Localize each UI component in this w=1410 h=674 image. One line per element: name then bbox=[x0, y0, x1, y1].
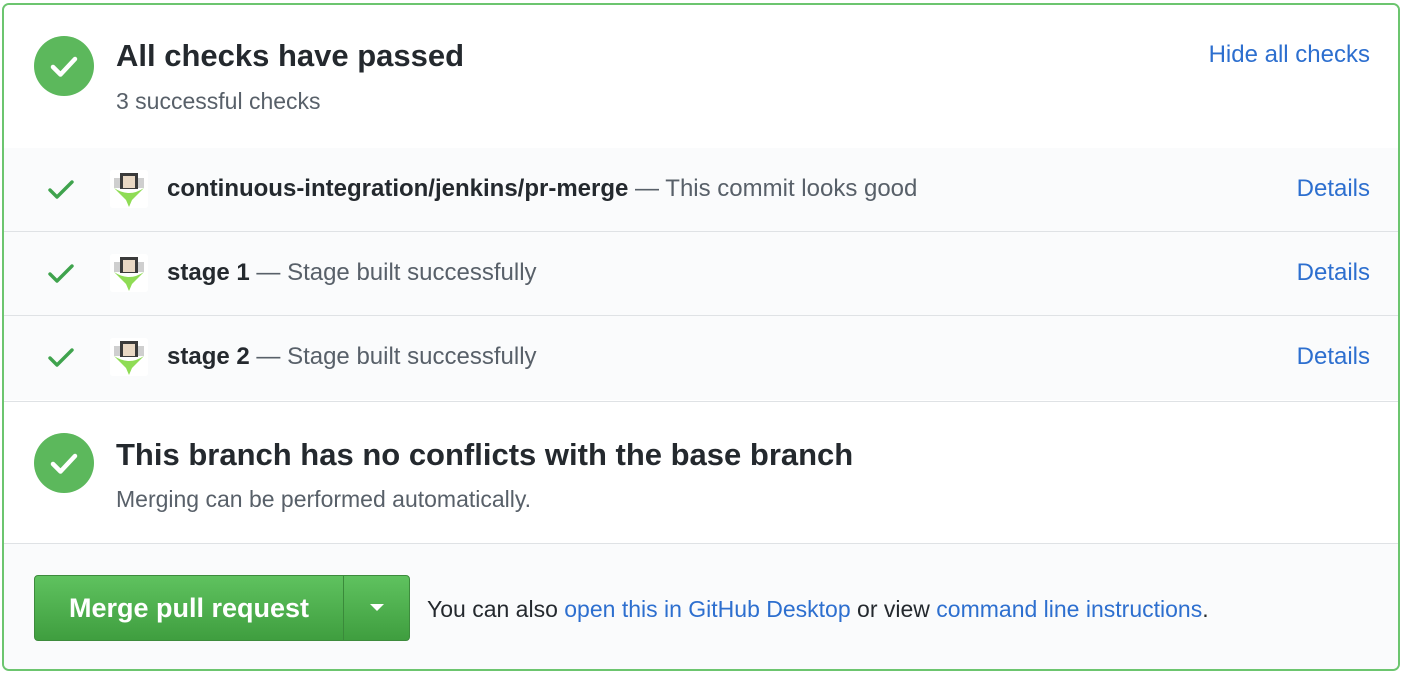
check-row-stage-1: stage 1 — Stage built successfully Detai… bbox=[4, 232, 1398, 316]
details-link[interactable]: Details bbox=[1297, 259, 1370, 287]
check-name: stage 2 bbox=[167, 343, 250, 370]
check-separator: — bbox=[628, 175, 666, 202]
text-middle: or view bbox=[850, 596, 937, 622]
checks-title: All checks have passed bbox=[116, 38, 465, 73]
details-link[interactable]: Details bbox=[1297, 175, 1370, 203]
check-row-text: stage 1 — Stage built successfully bbox=[167, 259, 537, 287]
check-row-pr-merge: continuous-integration/jenkins/pr-merge … bbox=[4, 148, 1398, 232]
check-description: This commit looks good bbox=[665, 175, 918, 202]
check-icon bbox=[48, 264, 74, 289]
merge-action-section: Merge pull request You can also open thi… bbox=[4, 544, 1398, 669]
merge-options-dropdown[interactable] bbox=[344, 576, 409, 640]
caret-down-icon bbox=[370, 604, 384, 611]
check-circle-icon bbox=[34, 36, 94, 96]
checks-list: continuous-integration/jenkins/pr-merge … bbox=[4, 148, 1398, 400]
check-icon bbox=[48, 180, 74, 205]
jenkins-avatar-icon bbox=[110, 338, 148, 376]
text-before: You can also bbox=[427, 596, 565, 622]
merge-panel: All checks have passed 3 successful chec… bbox=[2, 3, 1400, 671]
jenkins-avatar-icon bbox=[110, 254, 148, 292]
alternative-merge-text: You can also open this in GitHub Desktop… bbox=[427, 596, 1209, 623]
merge-status-title: This branch has no conflicts with the ba… bbox=[116, 437, 854, 472]
merge-status-section: This branch has no conflicts with the ba… bbox=[4, 401, 1398, 544]
check-name: continuous-integration/jenkins/pr-merge bbox=[167, 175, 629, 202]
merge-pull-request-button[interactable]: Merge pull request bbox=[35, 576, 343, 640]
checks-header: All checks have passed 3 successful chec… bbox=[4, 5, 1398, 149]
check-circle-icon bbox=[34, 433, 94, 493]
github-desktop-link[interactable]: open this in GitHub Desktop bbox=[564, 596, 850, 622]
check-name: stage 1 bbox=[167, 259, 250, 286]
merge-status-subtitle: Merging can be performed automatically. bbox=[116, 486, 532, 512]
check-row-stage-2: stage 2 — Stage built successfully Detai… bbox=[4, 316, 1398, 400]
checks-subtitle: 3 successful checks bbox=[116, 88, 321, 114]
jenkins-avatar-icon bbox=[110, 170, 148, 208]
merge-button-group: Merge pull request bbox=[34, 575, 410, 641]
check-row-text: continuous-integration/jenkins/pr-merge … bbox=[167, 175, 917, 203]
hide-all-checks-link[interactable]: Hide all checks bbox=[1209, 41, 1370, 69]
check-description: Stage built successfully bbox=[287, 343, 537, 370]
text-after: . bbox=[1202, 596, 1209, 622]
command-line-instructions-link[interactable]: command line instructions bbox=[936, 596, 1202, 622]
check-description: Stage built successfully bbox=[287, 259, 537, 286]
check-icon bbox=[48, 348, 74, 373]
check-separator: — bbox=[249, 259, 288, 286]
details-link[interactable]: Details bbox=[1297, 343, 1370, 371]
check-separator: — bbox=[249, 343, 288, 370]
check-row-text: stage 2 — Stage built successfully bbox=[167, 343, 537, 371]
